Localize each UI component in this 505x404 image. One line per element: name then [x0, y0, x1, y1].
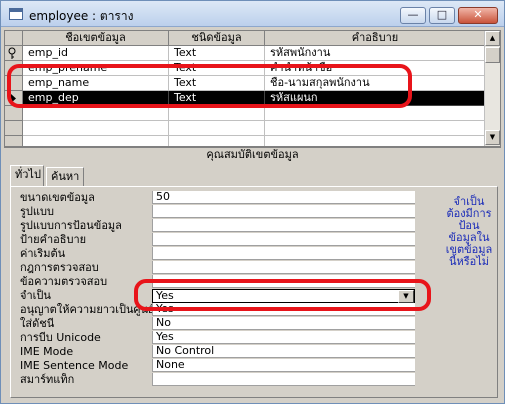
- property-row-format[interactable]: รูปแบบ: [20, 205, 416, 218]
- current-row-arrow-icon: [11, 94, 16, 103]
- property-value[interactable]: [152, 219, 415, 232]
- property-row-smart-tags[interactable]: สมาร์ทแท็ก: [20, 373, 416, 386]
- empty-cell[interactable]: [23, 106, 169, 121]
- minimize-button[interactable]: —: [400, 7, 426, 24]
- scroll-down-icon[interactable]: ▼: [485, 130, 500, 145]
- property-label: การบีบ Unicode: [20, 331, 101, 344]
- description-cell[interactable]: คำนำหน้าชื่อ: [265, 61, 486, 76]
- property-value[interactable]: Yes: [152, 331, 415, 344]
- grid-vertical-scrollbar[interactable]: ▲ ▼: [484, 31, 500, 146]
- property-value[interactable]: [152, 247, 415, 260]
- field-name-cell[interactable]: emp_name: [23, 76, 169, 91]
- property-label: รูปแบบ: [20, 205, 54, 218]
- property-label: อนุญาตให้ความยาวเป็นศูนย์: [20, 303, 152, 316]
- field-grid: ชื่อเขตข้อมูล ชนิดข้อมูล คำอธิบาย emp_id…: [4, 30, 501, 147]
- row-selector-3[interactable]: [5, 91, 23, 106]
- description-cell[interactable]: รหัสแผนก: [265, 91, 486, 106]
- row-selector-1[interactable]: [5, 61, 23, 76]
- scroll-thumb[interactable]: [485, 47, 500, 63]
- property-row-default-value[interactable]: ค่าเริ่มต้น: [20, 247, 416, 260]
- empty-cell[interactable]: [265, 121, 486, 136]
- scroll-up-icon[interactable]: ▲: [485, 31, 500, 46]
- row-selector-2[interactable]: [5, 76, 23, 91]
- header-description: คำอธิบาย: [265, 31, 486, 46]
- header-field-name: ชื่อเขตข้อมูล: [23, 31, 169, 46]
- field-name-cell[interactable]: emp_dep: [23, 91, 169, 106]
- property-value[interactable]: None: [152, 359, 415, 372]
- properties-title: คุณสมบัติเขตข้อมูล: [4, 147, 501, 161]
- row-selector-empty[interactable]: [5, 106, 23, 121]
- data-type-cell[interactable]: Text: [169, 76, 265, 91]
- property-label: ค่าเริ่มต้น: [20, 247, 66, 260]
- property-value[interactable]: [152, 205, 415, 218]
- title-bar[interactable]: employee : ตาราง — □ ✕: [1, 1, 504, 27]
- property-row-validation-text[interactable]: ข้อความตรวจสอบ: [20, 275, 416, 288]
- property-row-ime-mode[interactable]: IME Mode No Control: [20, 345, 416, 358]
- property-help-text: จำเป็นต้องมีการป้อนข้อมูลในเขตข้อมูลนี้ห…: [445, 195, 493, 268]
- property-label: กฎการตรวจสอบ: [20, 261, 99, 274]
- property-label: ข้อความตรวจสอบ: [20, 275, 108, 288]
- property-value[interactable]: No Control: [152, 345, 415, 358]
- data-type-cell[interactable]: Text: [169, 46, 265, 61]
- property-row-unicode-compression[interactable]: การบีบ Unicode Yes: [20, 331, 416, 344]
- property-row-field-size[interactable]: ขนาดเขตข้อมูล 50: [20, 191, 416, 204]
- row-selector-empty[interactable]: [5, 136, 23, 146]
- property-value[interactable]: [152, 275, 415, 288]
- tab-lookup[interactable]: ค้นหา: [46, 167, 84, 186]
- property-row-ime-sentence-mode[interactable]: IME Sentence Mode None: [20, 359, 416, 372]
- property-label: จำเป็น: [20, 289, 51, 302]
- field-name-cell[interactable]: emp_id: [23, 46, 169, 61]
- property-label: IME Mode: [20, 345, 74, 358]
- empty-cell[interactable]: [169, 106, 265, 121]
- header-data-type: ชนิดข้อมูล: [169, 31, 265, 46]
- description-cell[interactable]: รหัสพนักงาน: [265, 46, 486, 61]
- property-label: สมาร์ทแท็ก: [20, 373, 75, 386]
- property-label: ป้ายคำอธิบาย: [20, 233, 87, 246]
- dropdown-arrow-icon[interactable]: ▼: [398, 290, 414, 303]
- maximize-button[interactable]: □: [429, 7, 455, 24]
- property-label: รูปแบบการป้อนข้อมูล: [20, 219, 122, 232]
- empty-cell[interactable]: [23, 121, 169, 136]
- property-row-validation-rule[interactable]: กฎการตรวจสอบ: [20, 261, 416, 274]
- property-row-indexed[interactable]: ใส่ดัชนี No: [20, 317, 416, 330]
- empty-cell[interactable]: [265, 106, 486, 121]
- empty-cell[interactable]: [169, 136, 265, 146]
- tab-general[interactable]: ทั่วไป: [10, 165, 44, 186]
- close-button[interactable]: ✕: [458, 7, 498, 24]
- window-title: employee : ตาราง: [29, 9, 134, 23]
- property-row-required[interactable]: จำเป็น Yes ▼: [20, 289, 416, 303]
- property-label: ขนาดเขตข้อมูล: [20, 191, 95, 204]
- row-selector-empty[interactable]: [5, 121, 23, 136]
- required-value: Yes: [156, 289, 174, 302]
- row-selector-0[interactable]: [5, 46, 23, 61]
- data-type-cell[interactable]: Text: [169, 91, 265, 106]
- property-row-caption[interactable]: ป้ายคำอธิบาย: [20, 233, 416, 246]
- required-dropdown[interactable]: Yes ▼: [152, 289, 415, 303]
- property-value[interactable]: [152, 233, 415, 246]
- table-icon: [9, 8, 23, 20]
- property-row-allow-zero-length[interactable]: อนุญาตให้ความยาวเป็นศูนย์ Yes: [20, 303, 416, 316]
- primary-key-icon: [8, 47, 16, 59]
- grid-corner: [5, 31, 23, 46]
- property-value[interactable]: No: [152, 317, 415, 330]
- property-value[interactable]: [152, 373, 415, 386]
- description-cell[interactable]: ชื่อ-นามสกุลพนักงาน: [265, 76, 486, 91]
- data-type-cell[interactable]: Text: [169, 61, 265, 76]
- property-label: ใส่ดัชนี: [20, 317, 55, 330]
- property-value[interactable]: [152, 261, 415, 274]
- empty-cell[interactable]: [23, 136, 169, 146]
- property-row-input-mask[interactable]: รูปแบบการป้อนข้อมูล: [20, 219, 416, 232]
- property-value[interactable]: 50: [152, 191, 415, 204]
- property-value[interactable]: Yes: [152, 303, 415, 316]
- field-name-cell[interactable]: emp_prename: [23, 61, 169, 76]
- empty-cell[interactable]: [169, 121, 265, 136]
- empty-cell[interactable]: [265, 136, 486, 146]
- table-design-window: employee : ตาราง — □ ✕ ชื่อเขตข้อมูล ชนิ…: [0, 0, 505, 404]
- property-label: IME Sentence Mode: [20, 359, 129, 372]
